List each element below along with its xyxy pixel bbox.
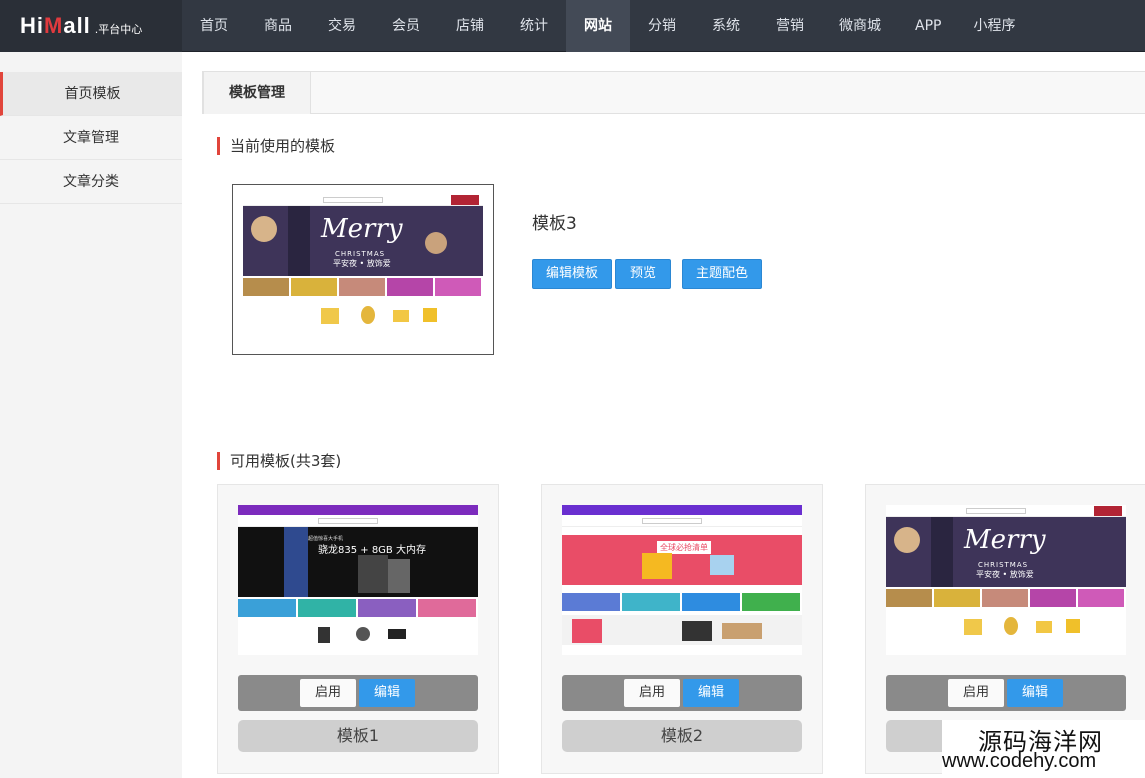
thumb-banner: Merry CHRISTMAS 平安夜 • 放饰爱: [886, 517, 1126, 587]
thumb-product-grid: [238, 621, 478, 647]
watermark-line2: www.codehy.com: [942, 750, 1097, 772]
template-name-2: 模板2: [562, 720, 802, 752]
nav-item-home[interactable]: 首页: [182, 0, 246, 52]
nav-item-website[interactable]: 网站: [566, 0, 630, 52]
current-template-name: 模板3: [532, 214, 577, 234]
thumb-spacer: [562, 527, 802, 535]
thumb-search: [323, 197, 383, 203]
thumb-header: [238, 515, 478, 527]
thumb-banner-tagline: 平安夜 • 放饰爱: [976, 570, 1034, 579]
thumb-search: [966, 508, 1026, 514]
sidebar-item-article-category[interactable]: 文章分类: [0, 160, 182, 204]
thumb-product-tiles: [562, 593, 802, 611]
edit-button-3[interactable]: 编辑: [1007, 679, 1063, 707]
thumb-top-banner: [562, 505, 802, 515]
top-nav-bar: HiMall .平台中心 首页 商品 交易 会员 店铺 统计 网站 分销 系统 …: [0, 0, 1145, 52]
thumb-product-grid: [243, 300, 483, 330]
thumb-banner: 超值惊喜大手机 骁龙835 + 8GB 大内存: [238, 527, 478, 597]
thumb-banner: Merry CHRISTMAS 平安夜 • 放饰爱: [243, 206, 483, 276]
thumb-ornament: [251, 216, 277, 242]
nav-item-products[interactable]: 商品: [246, 0, 310, 52]
nav-item-wechat-mall[interactable]: 微商城: [822, 0, 898, 52]
enable-button-1[interactable]: 启用: [300, 679, 356, 707]
template-actions-2: 启用 编辑: [562, 675, 802, 711]
thumb-phone: [358, 555, 388, 593]
thumb-box: [710, 555, 734, 575]
sidebar-item-article-management[interactable]: 文章管理: [0, 116, 182, 160]
nav-item-app[interactable]: APP: [898, 0, 958, 52]
template-name-1: 模板1: [238, 720, 478, 752]
thumb-banner-merry: Merry: [321, 214, 403, 244]
template-card-2: 全球必抢清单 启用 编辑 模板2: [541, 484, 823, 774]
thumb-promo: [451, 195, 479, 205]
main-nav: 首页 商品 交易 会员 店铺 统计 网站 分销 系统 营销 微商城 APP 小程…: [182, 0, 1030, 52]
thumb-header: [562, 515, 802, 527]
tab-template-management[interactable]: 模板管理: [203, 71, 311, 114]
theme-color-button[interactable]: 主题配色: [682, 259, 762, 289]
preview-button[interactable]: 预览: [615, 259, 671, 289]
thumb-phone: [388, 559, 410, 593]
thumb-banner-tagline: 平安夜 • 放饰爱: [333, 259, 391, 268]
thumb-category-menu: [288, 206, 310, 276]
thumb-bag: [642, 553, 672, 579]
thumb-header: [243, 194, 483, 206]
brand-logo[interactable]: HiMall .平台中心: [0, 0, 182, 52]
nav-item-system[interactable]: 系统: [694, 0, 758, 52]
thumb-category-menu: [931, 517, 953, 587]
current-template-thumbnail[interactable]: Merry CHRISTMAS 平安夜 • 放饰爱: [232, 184, 494, 355]
thumb-search: [318, 518, 378, 524]
logo-subtitle: .平台中心: [94, 23, 143, 36]
thumb-product-grid: [562, 615, 802, 645]
thumb-banner-merry: Merry: [964, 525, 1046, 555]
template-card-1: 超值惊喜大手机 骁龙835 + 8GB 大内存 启用 编辑 模板1: [217, 484, 499, 774]
template-thumbnail-1[interactable]: 超值惊喜大手机 骁龙835 + 8GB 大内存: [238, 505, 478, 655]
thumb-ornament: [425, 232, 447, 254]
nav-item-stats[interactable]: 统计: [502, 0, 566, 52]
nav-item-marketing[interactable]: 营销: [758, 0, 822, 52]
thumb-category-menu: [284, 527, 308, 597]
sidebar: 首页模板 文章管理 文章分类: [0, 52, 182, 778]
thumb-product-grid: [886, 611, 1126, 641]
enable-button-3[interactable]: 启用: [948, 679, 1004, 707]
available-templates-title: 可用模板(共3套): [217, 452, 341, 470]
nav-item-distribution[interactable]: 分销: [630, 0, 694, 52]
thumb-top-banner: [238, 505, 478, 515]
nav-item-miniprogram[interactable]: 小程序: [958, 0, 1030, 52]
template-actions-1: 启用 编辑: [238, 675, 478, 711]
thumb-banner-text: 骁龙835 + 8GB 大内存: [318, 545, 426, 556]
thumb-banner-christmas: CHRISTMAS: [978, 561, 1029, 569]
template-thumbnail-3[interactable]: Merry CHRISTMAS 平安夜 • 放饰爱: [886, 505, 1126, 655]
template-thumbnail-2[interactable]: 全球必抢清单: [562, 505, 802, 655]
edit-template-button[interactable]: 编辑模板: [532, 259, 612, 289]
thumb-product-tiles: [243, 278, 483, 296]
watermark: 源码海洋网 www.codehy.com: [942, 720, 1145, 778]
thumb-header: [886, 505, 1126, 517]
sidebar-item-home-template[interactable]: 首页模板: [0, 72, 182, 116]
thumb-product-tiles: [238, 599, 478, 617]
edit-button-1[interactable]: 编辑: [359, 679, 415, 707]
thumb-promo: [1094, 506, 1122, 516]
thumb-product-tiles: [886, 589, 1126, 607]
thumb-banner: 全球必抢清单: [562, 535, 802, 585]
enable-button-2[interactable]: 启用: [624, 679, 680, 707]
template-actions-3: 启用 编辑: [886, 675, 1126, 711]
nav-item-trade[interactable]: 交易: [310, 0, 374, 52]
thumb-ornament: [894, 527, 920, 553]
logo-mark: HiMall: [20, 13, 91, 38]
tab-bar: 模板管理: [202, 71, 1145, 114]
current-template-title: 当前使用的模板: [217, 137, 335, 155]
thumb-search: [642, 518, 702, 524]
nav-item-members[interactable]: 会员: [374, 0, 438, 52]
thumb-banner-christmas: CHRISTMAS: [335, 250, 386, 258]
nav-item-shops[interactable]: 店铺: [438, 0, 502, 52]
edit-button-2[interactable]: 编辑: [683, 679, 739, 707]
